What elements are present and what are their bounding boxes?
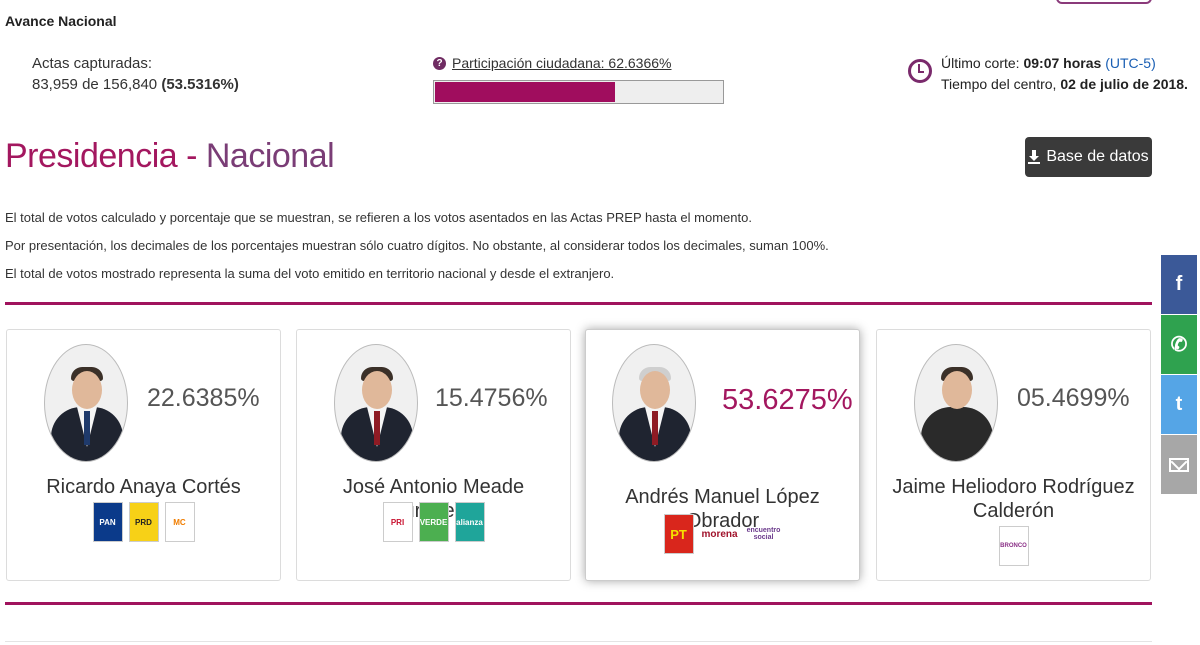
party-logo-mc: MC	[164, 502, 195, 542]
party-logo-verde: VERDE	[418, 502, 449, 542]
candidate-photo	[612, 344, 696, 462]
actas-total: 156,840	[102, 76, 158, 93]
corte-time: 09:07 horas	[1023, 55, 1102, 71]
candidate-card-lopez-obrador[interactable]: 53.6275% Andrés Manuel López Obrador PT …	[585, 329, 860, 581]
section-title: Avance Nacional	[5, 13, 117, 29]
candidate-photo	[334, 344, 418, 462]
timezone-link[interactable]: (UTC-5)	[1105, 55, 1156, 71]
note-line: El total de votos calculado y porcentaje…	[5, 210, 752, 225]
party-logo-bronco: BRONCO	[998, 526, 1029, 566]
candidate-card-meade[interactable]: 15.4756% José Antonio Meade Kuribreña PR…	[296, 329, 571, 581]
email-icon	[1169, 457, 1189, 472]
download-icon	[1028, 150, 1041, 164]
candidate-percent: 53.6275%	[722, 384, 853, 416]
page-title: Presidencia - Nacional	[5, 137, 335, 175]
party-logo-encuentro-social: encuentro social	[746, 527, 781, 541]
facebook-share-button[interactable]: f	[1161, 255, 1197, 314]
party-logo-pri: PRI	[382, 502, 413, 542]
party-logo-prd: PRD	[128, 502, 159, 542]
candidate-percent: 05.4699%	[1017, 384, 1130, 412]
participacion-progress-bar	[433, 80, 724, 104]
help-icon[interactable]: ?	[433, 56, 446, 70]
download-database-button[interactable]: Base de datos	[1025, 137, 1152, 177]
candidate-photo	[44, 344, 128, 462]
facebook-icon: f	[1175, 273, 1183, 295]
party-logos: PAN PRD MC	[7, 502, 280, 542]
candidate-name: Ricardo Anaya Cortés	[46, 476, 241, 498]
divider	[5, 641, 1152, 642]
party-logo-pt: PT	[663, 514, 694, 554]
email-share-button[interactable]	[1161, 435, 1197, 494]
party-logo-pan: PAN	[92, 502, 123, 542]
whatsapp-share-button[interactable]: ✆	[1161, 315, 1197, 374]
party-logos: BRONCO	[877, 526, 1150, 566]
ultimo-corte: Último corte: 09:07 horas (UTC-5) Tiempo…	[908, 53, 1188, 95]
twitter-share-button[interactable]: t	[1161, 375, 1197, 434]
actas-captured: 83,959	[32, 76, 78, 93]
participacion-progress-fill	[435, 82, 615, 102]
actas-values: 83,959 de 156,840 (53.5316%)	[32, 74, 239, 95]
corte-zone-label: Tiempo del centro,	[941, 76, 1057, 92]
candidate-photo	[914, 344, 998, 462]
actas-of: de	[82, 76, 99, 93]
candidate-card-anaya[interactable]: 22.6385% Ricardo Anaya Cortés PAN PRD MC	[6, 329, 281, 581]
party-logo-morena: morena	[701, 528, 738, 540]
corte-date: 02 de julio de 2018.	[1060, 76, 1188, 92]
clock-icon	[908, 59, 932, 83]
participacion-widget: ? Participación ciudadana: 62.6366%	[433, 55, 725, 104]
participacion-link[interactable]: Participación ciudadana: 62.6366%	[452, 55, 672, 71]
twitter-icon: t	[1175, 393, 1183, 415]
whatsapp-icon: ✆	[1170, 334, 1188, 356]
party-logos: PT morena encuentro social	[586, 514, 859, 554]
actas-capturadas: Actas capturadas: 83,959 de 156,840 (53.…	[32, 53, 239, 95]
actas-percent: (53.5316%)	[161, 76, 239, 93]
candidate-percent: 15.4756%	[435, 384, 548, 412]
divider	[5, 302, 1152, 305]
top-button-edge[interactable]	[1056, 0, 1152, 4]
candidate-percent: 22.6385%	[147, 384, 260, 412]
party-logo-alianza: alianza	[454, 502, 485, 542]
notes: El total de votos calculado y porcentaje…	[5, 204, 829, 288]
note-line: Por presentación, los decimales de los p…	[5, 238, 829, 253]
note-line: El total de votos mostrado representa la…	[5, 266, 615, 281]
party-logos: PRI VERDE alianza	[297, 502, 570, 542]
divider	[5, 602, 1152, 605]
candidate-card-rodriguez[interactable]: 05.4699% Jaime Heliodoro Rodríguez Calde…	[876, 329, 1151, 581]
actas-label: Actas capturadas:	[32, 55, 153, 72]
candidate-name: Jaime Heliodoro Rodríguez Calderón	[892, 476, 1135, 522]
corte-label: Último corte:	[941, 55, 1020, 71]
